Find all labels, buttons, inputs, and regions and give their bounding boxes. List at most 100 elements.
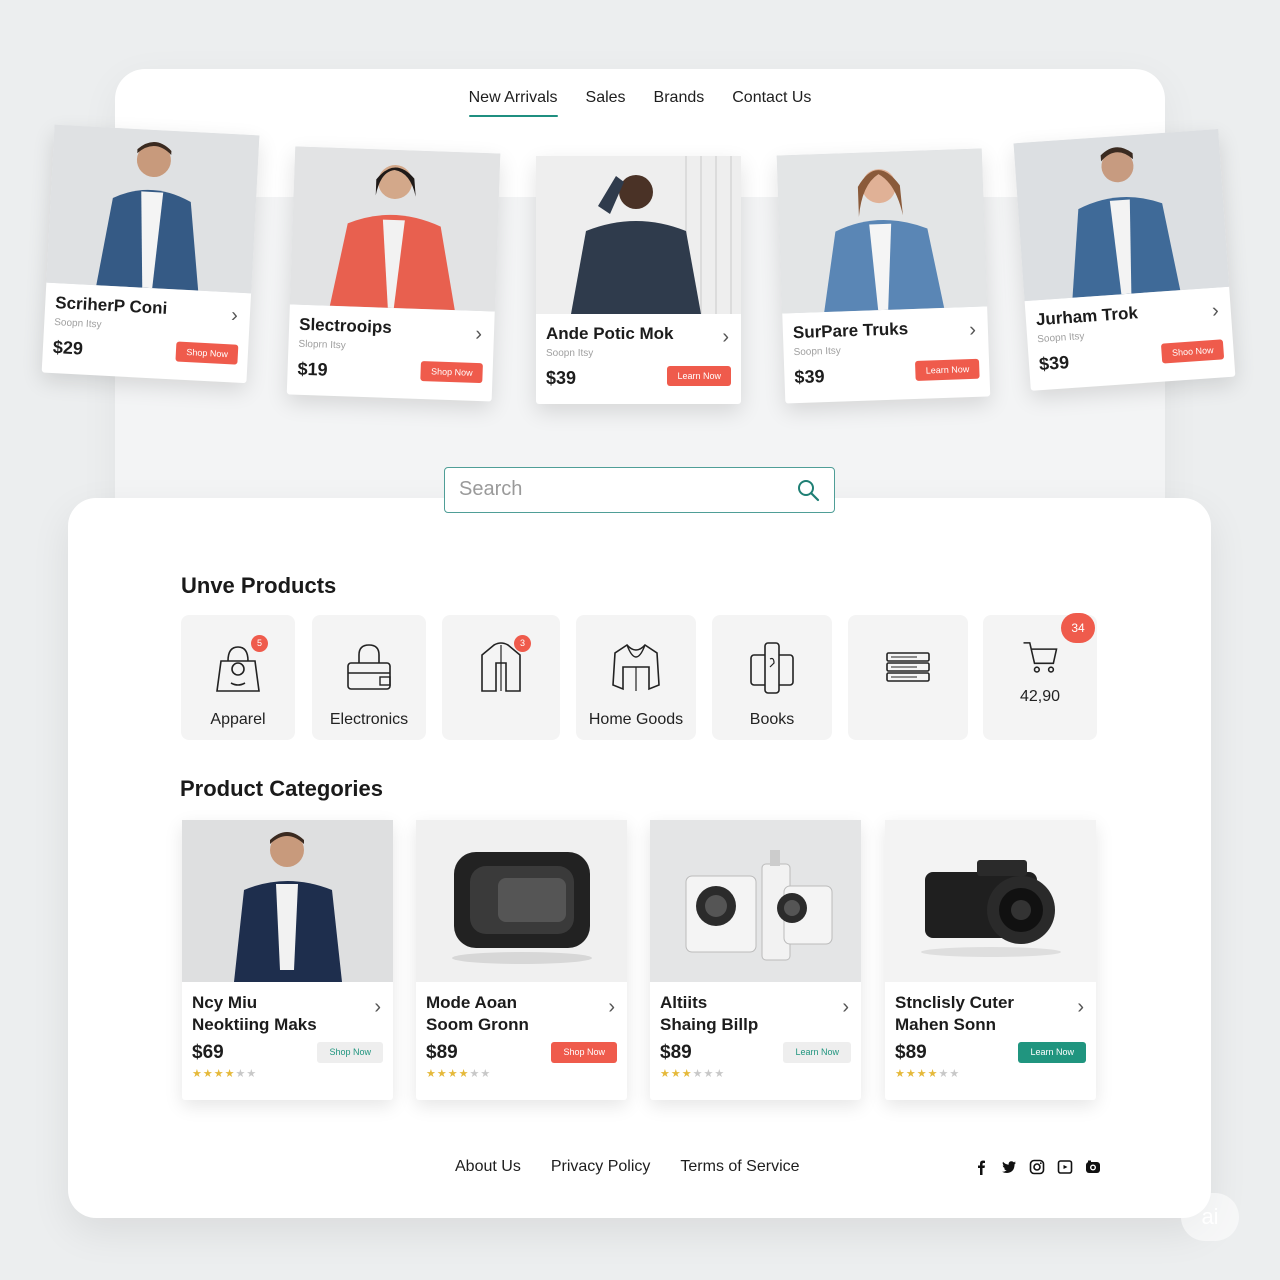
category-card[interactable]: Stnclisly Cuter Mahen Sonn › $89 Learn No…: [885, 820, 1096, 1100]
card-title: Ncy Miu Neoktiing Maks: [192, 993, 317, 1034]
card-price: $39: [1038, 352, 1070, 375]
cart-total: 42,90: [1019, 688, 1061, 705]
featured-card[interactable]: ScriherP Coni Soopn Itsy $29 › Shop Now: [41, 124, 260, 384]
search-input[interactable]: [459, 468, 779, 511]
product-photo: [416, 820, 627, 982]
top-nav: New Arrivals Sales Brands Contact Us: [115, 89, 1165, 117]
card-price: $39: [794, 366, 825, 388]
product-photo: [289, 146, 501, 312]
tile-home-goods[interactable]: Home Goods: [576, 615, 696, 740]
featured-card[interactable]: Ande Potic Mok Soopn Itsy $39 › Learn No…: [536, 156, 741, 404]
tile-electronics[interactable]: Electronics: [312, 615, 426, 740]
chevron-right-icon[interactable]: ›: [842, 996, 849, 1019]
chevron-right-icon[interactable]: ›: [1077, 996, 1084, 1019]
count-badge: 3: [514, 635, 531, 652]
card-price: $89: [895, 1042, 927, 1063]
product-photo: [182, 820, 393, 982]
product-photo: [885, 820, 1096, 982]
footer-about-us[interactable]: About Us: [455, 1158, 521, 1176]
tile-label: Home Goods: [588, 711, 684, 728]
card-price: $69: [192, 1042, 224, 1063]
chevron-right-icon[interactable]: ›: [1211, 300, 1219, 323]
main-panel: Unve Products 5 Apparel Electronics 3 Ho…: [68, 498, 1211, 1218]
shop-now-button[interactable]: Shop Now: [551, 1042, 617, 1063]
card-subtitle: Soopn Itsy: [1036, 330, 1085, 346]
twitter-icon[interactable]: [1001, 1159, 1017, 1175]
learn-now-button[interactable]: Learn Now: [783, 1042, 851, 1063]
section-title-product-categories: Product Categories: [180, 776, 383, 801]
category-card[interactable]: Mode Aoan Soom Gronn › $89 Shop Now ★★★★★…: [416, 820, 627, 1100]
featured-card[interactable]: Slectrooips Sloprn Itsy $19 › Shop Now: [286, 146, 501, 402]
tile-apparel[interactable]: 5 Apparel: [181, 615, 295, 740]
tile-stacked[interactable]: [848, 615, 968, 740]
tile-jackets[interactable]: 3: [442, 615, 560, 740]
rating-stars: ★★★★★★: [426, 1068, 492, 1080]
camera-icon[interactable]: [1085, 1159, 1101, 1175]
card-price: $89: [426, 1042, 458, 1063]
card-title: Jurham Trok: [1035, 303, 1139, 330]
tile-label: Books: [749, 711, 795, 728]
ai-watermark-badge: ai: [1181, 1193, 1239, 1241]
rating-stars: ★★★★★★: [895, 1068, 961, 1080]
card-subtitle: Soopn Itsy: [53, 317, 102, 331]
footer-privacy-policy[interactable]: Privacy Policy: [551, 1158, 651, 1176]
rating-stars: ★★★★★★: [660, 1068, 726, 1080]
chevron-right-icon[interactable]: ›: [608, 996, 615, 1019]
card-title: Ande Potic Mok: [546, 324, 674, 343]
card-subtitle: Soopn Itsy: [546, 348, 594, 359]
nav-contact-us[interactable]: Contact Us: [732, 89, 811, 117]
card-price: $29: [52, 337, 84, 359]
shop-now-button[interactable]: Shoo Now: [1161, 339, 1225, 364]
learn-now-button[interactable]: Learn Now: [667, 366, 731, 386]
category-card[interactable]: Altiits Shaing Billp › $89 Learn Now ★★★★…: [650, 820, 861, 1100]
product-photo: [46, 124, 260, 294]
footer-terms-of-service[interactable]: Terms of Service: [680, 1158, 799, 1176]
facebook-icon[interactable]: [973, 1159, 989, 1175]
tile-label: Electronics: [329, 711, 409, 728]
cart-icon: [1023, 642, 1058, 673]
card-subtitle: Soopn Itsy: [793, 345, 842, 359]
hoodie-icon: [612, 643, 660, 691]
learn-now-button[interactable]: Learn Now: [915, 358, 980, 381]
card-title: Stnclisly Cuter Mahen Sonn: [895, 993, 1015, 1034]
shop-now-button[interactable]: Shop Now: [175, 341, 239, 365]
nav-new-arrivals[interactable]: New Arrivals: [468, 89, 558, 117]
category-card[interactable]: Ncy Miu Neoktiing Maks › $69 Shop Now ★★★…: [182, 820, 393, 1100]
chevron-right-icon[interactable]: ›: [374, 996, 381, 1019]
nav-sales[interactable]: Sales: [586, 89, 626, 117]
book-icon: [750, 642, 794, 694]
chevron-right-icon[interactable]: ›: [722, 326, 729, 349]
card-price: $39: [546, 368, 577, 388]
product-photo: [650, 820, 861, 982]
youtube-icon[interactable]: [1057, 1159, 1073, 1175]
tile-cart[interactable]: 34 42,90: [983, 613, 1097, 740]
card-price: $19: [297, 358, 329, 380]
product-photo: [776, 148, 988, 314]
stack-icon: [886, 652, 930, 682]
shop-now-button[interactable]: Shop Now: [317, 1042, 383, 1063]
count-badge: 5: [251, 635, 268, 652]
featured-card[interactable]: SurPare Truks Soopn Itsy $39 › Learn Now: [776, 148, 991, 404]
section-title-unve-products: Unve Products: [181, 573, 337, 598]
footer-links: About Us Privacy Policy Terms of Service: [455, 1158, 800, 1176]
product-photo: [1013, 129, 1230, 302]
chevron-right-icon[interactable]: ›: [475, 323, 482, 346]
learn-now-button[interactable]: Learn Now: [1018, 1042, 1086, 1063]
featured-card[interactable]: Jurham Trok Soopn Itsy $39 › Shoo Now: [1013, 129, 1236, 391]
search-icon[interactable]: [796, 478, 820, 502]
shop-now-button[interactable]: Shop Now: [420, 361, 483, 384]
chevron-right-icon[interactable]: ›: [969, 319, 976, 342]
rating-stars: ★★★★★★: [192, 1068, 258, 1080]
card-title: Altiits Shaing Billp: [660, 993, 759, 1034]
cart-count-badge: 34: [1061, 613, 1095, 643]
card-subtitle: Sloprn Itsy: [298, 338, 346, 352]
lock-bag-icon: [347, 644, 391, 690]
product-photo: [536, 156, 741, 314]
tile-books[interactable]: Books: [712, 615, 832, 740]
card-title: Slectrooips: [298, 314, 393, 337]
chevron-right-icon[interactable]: ›: [231, 304, 239, 327]
social-links: [973, 1159, 1101, 1175]
search-bar: [444, 467, 835, 513]
instagram-icon[interactable]: [1029, 1159, 1045, 1175]
nav-brands[interactable]: Brands: [654, 89, 705, 117]
